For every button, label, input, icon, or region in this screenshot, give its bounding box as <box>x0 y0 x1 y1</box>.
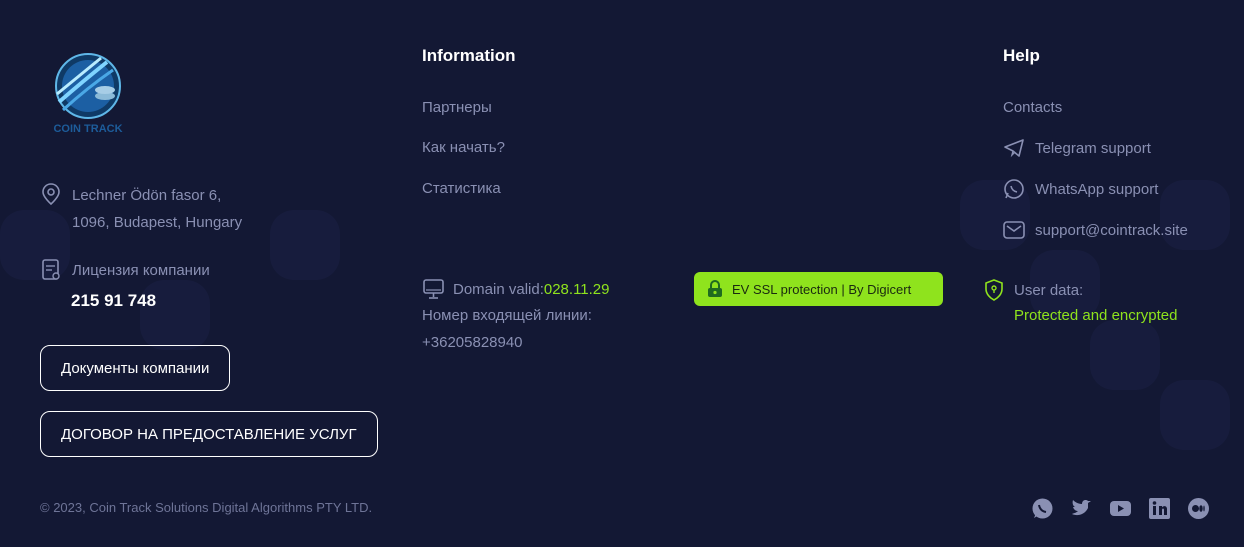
company-logo[interactable]: COIN TRACK <box>47 52 129 142</box>
monitor-icon <box>422 278 445 300</box>
location-pin-icon <box>40 182 62 236</box>
background-decoration <box>1090 320 1160 390</box>
help-heading: Help <box>1003 46 1040 65</box>
whatsapp-icon[interactable] <box>1031 497 1054 520</box>
mail-icon <box>1003 219 1025 241</box>
user-data-value: Protected and encrypted <box>1014 307 1178 324</box>
telegram-support-label: Telegram support <box>1035 139 1151 157</box>
domain-valid-label: Domain valid: <box>453 280 544 298</box>
address-line-2: 1096, Budapest, Hungary <box>72 214 243 231</box>
license-document-icon <box>40 258 62 282</box>
lock-icon <box>706 280 724 298</box>
logo-text: COIN TRACK <box>53 123 122 135</box>
license-row: Лицензия компании <box>40 258 210 282</box>
address-line-1: Lechner Ödön fasor 6, <box>72 187 222 204</box>
whatsapp-support-label: WhatsApp support <box>1035 180 1159 198</box>
whatsapp-icon <box>1003 178 1025 200</box>
company-documents-button[interactable]: Документы компании <box>40 345 231 391</box>
user-data-label: User data: <box>1014 281 1084 299</box>
twitter-icon[interactable] <box>1070 497 1093 520</box>
domain-valid-row: Domain valid:028.11.29 <box>422 278 610 300</box>
email-label: support@cointrack.site <box>1035 221 1188 239</box>
license-label: Лицензия компании <box>72 261 210 279</box>
social-links <box>1031 497 1210 520</box>
information-heading: Information <box>422 46 516 65</box>
youtube-icon[interactable] <box>1109 497 1132 520</box>
telegram-icon <box>1003 137 1025 159</box>
incoming-line-label: Номер входящей линии: <box>422 307 592 324</box>
link-how-to-start[interactable]: Как начать? <box>422 139 505 156</box>
link-statistics[interactable]: Статистика <box>422 180 501 197</box>
whatsapp-support-link[interactable]: WhatsApp support <box>1003 178 1158 200</box>
service-contract-button[interactable]: ДОГОВОР НА ПРЕДОСТАВЛЕНИЕ УСЛУГ <box>40 411 378 457</box>
ssl-label: EV SSL protection | By Digicert <box>732 281 912 297</box>
medium-icon[interactable] <box>1187 497 1210 520</box>
link-contacts[interactable]: Contacts <box>1003 99 1062 116</box>
linkedin-icon[interactable] <box>1148 497 1171 520</box>
shield-icon <box>984 278 1004 302</box>
incoming-line-number[interactable]: +36205828940 <box>422 334 523 351</box>
license-number: 215 91 748 <box>71 291 157 310</box>
company-address: Lechner Ödön fasor 6, 1096, Budapest, Hu… <box>40 182 242 236</box>
copyright-text: © 2023, Coin Track Solutions Digital Alg… <box>40 500 373 515</box>
link-partners[interactable]: Партнеры <box>422 99 492 116</box>
background-decoration <box>270 210 340 280</box>
telegram-support-link[interactable]: Telegram support <box>1003 137 1151 159</box>
user-data-row: User data: <box>984 278 1083 302</box>
ssl-badge: EV SSL protection | By Digicert <box>694 272 943 306</box>
email-support-link[interactable]: support@cointrack.site <box>1003 219 1188 241</box>
domain-valid-value: 028.11.29 <box>543 280 610 298</box>
background-decoration <box>1160 380 1230 450</box>
